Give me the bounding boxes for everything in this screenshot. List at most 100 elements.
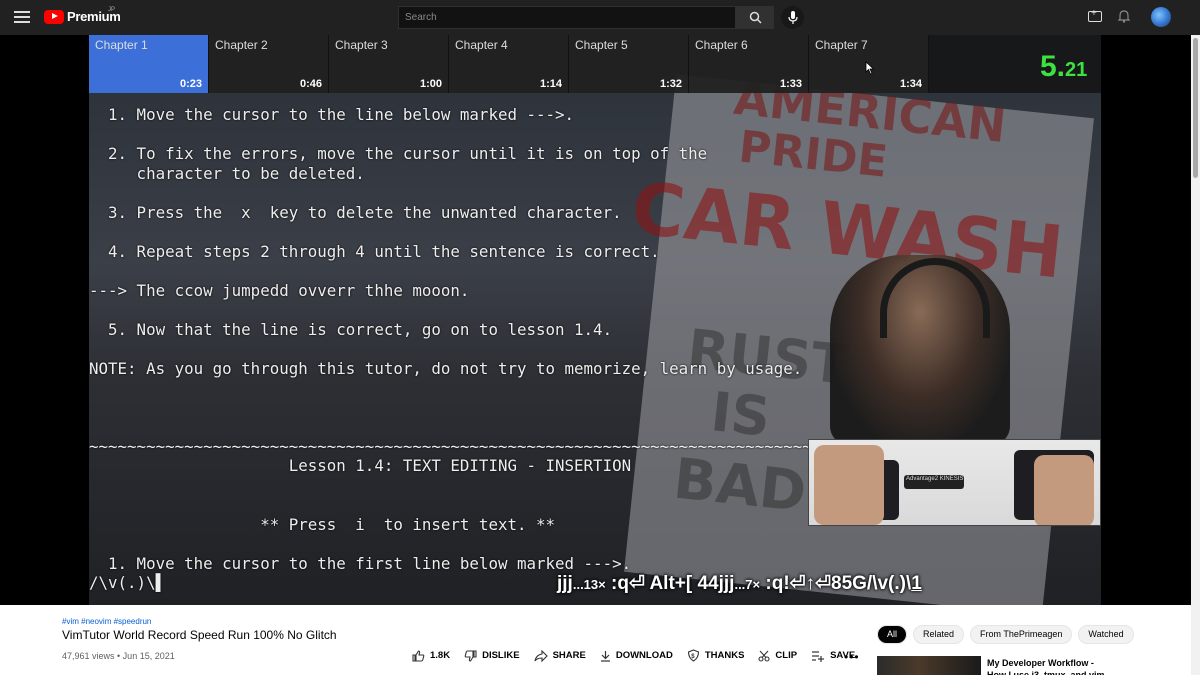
like-button[interactable]: 1.8K <box>412 649 451 662</box>
keyboard-cam: Advantage2 KINESIS <box>808 439 1101 526</box>
download-label: DOWNLOAD <box>615 650 673 661</box>
playlist-add-icon <box>812 650 825 662</box>
right-hand <box>1034 455 1094 525</box>
download-icon <box>600 650 610 662</box>
video-meta: 47,961 views • Jun 15, 2021 <box>62 651 175 661</box>
filter-chip-from-channel[interactable]: From ThePrimeagen <box>970 625 1073 644</box>
chapter-2[interactable]: Chapter 2 0:46 <box>209 35 329 93</box>
chapter-5[interactable]: Chapter 5 1:32 <box>569 35 689 93</box>
clip-button[interactable]: CLIP <box>758 650 797 662</box>
timer-fraction: 21 <box>1065 59 1088 81</box>
logo-region: JP <box>108 7 116 13</box>
thumbs-up-icon <box>412 649 425 662</box>
thumbs-down-icon <box>464 649 477 662</box>
like-count: 1.8K <box>430 650 451 661</box>
vim-terminal: 1. Move the cursor to the line below mar… <box>89 105 831 593</box>
search-button[interactable] <box>736 6 774 29</box>
chapter-time: 1:14 <box>539 78 562 90</box>
search-icon <box>749 11 762 24</box>
timer-seconds: 5. <box>1040 50 1066 83</box>
keystroke-current: 1 <box>911 573 922 594</box>
chapter-3[interactable]: Chapter 3 1:00 <box>329 35 449 93</box>
chapter-6[interactable]: Chapter 6 1:33 <box>689 35 809 93</box>
download-button[interactable]: DOWNLOAD <box>600 650 673 662</box>
chapter-time: 1:33 <box>779 78 802 90</box>
mouse-cursor-icon <box>865 61 875 75</box>
keystroke-multiplier: ...13× <box>572 577 606 592</box>
microphone-icon <box>787 11 798 24</box>
recommendation-thumbnail[interactable] <box>877 656 981 675</box>
share-label: SHARE <box>552 650 586 661</box>
keystroke-multiplier: ...7× <box>734 577 761 592</box>
terminal-line: ** Press i to insert text. ** <box>89 514 556 534</box>
related-filters: All Related From ThePrimeagen Watched <box>877 625 1140 644</box>
more-actions-button[interactable]: ••• <box>844 650 860 664</box>
chapter-title: Chapter 1 <box>95 38 148 52</box>
thanks-label: THANKS <box>704 650 745 661</box>
terminal-line: ---> The ccow jumpedd ovverr thhe mooon. <box>89 280 470 300</box>
terminal-line: character to be deleted. <box>89 163 365 183</box>
filter-chip-related[interactable]: Related <box>913 625 965 644</box>
video-title: VimTutor World Record Speed Run 100% No … <box>62 628 337 642</box>
video-actions: 1.8K DISLIKE SHARE DOWNLOAD $ THANKS CLI… <box>412 649 869 662</box>
terminal-line: ~~~~~~~~~~~~~~~~~~~~~~~~~~~~~~~~~~~~~~~~… <box>89 436 831 456</box>
keyboard-brand: Advantage2 KINESIS <box>906 476 964 482</box>
terminal-line: 3. Press the x key to delete the unwante… <box>89 202 622 222</box>
filter-chip-watched[interactable]: Watched <box>1078 625 1134 644</box>
filter-chip-all[interactable]: All <box>877 625 908 644</box>
speedrun-timer: 5.21 <box>1040 50 1087 84</box>
terminal-line: 4. Repeat steps 2 through 4 until the se… <box>89 241 660 261</box>
share-button[interactable]: SHARE <box>534 649 586 662</box>
share-icon <box>534 649 548 662</box>
chapter-time: 0:23 <box>179 78 202 90</box>
chapter-bar: Chapter 1 0:23 Chapter 2 0:46 Chapter 3 … <box>89 35 1101 93</box>
terminal-line: Lesson 1.4: TEXT EDITING - INSERTION <box>89 456 632 475</box>
notifications-bell-icon[interactable] <box>1118 10 1130 23</box>
keystroke-text: :q⏎ Alt+[ 44jjj <box>605 573 735 594</box>
video-hashtags[interactable]: #vim #neovim #speedrun <box>62 617 151 626</box>
clip-label: CLIP <box>775 650 798 661</box>
keystroke-overlay: jjj...13× :q⏎ Alt+[ 44jjj...7× :q!⏎↑⏎85G… <box>557 572 922 595</box>
chapter-1[interactable]: Chapter 1 0:23 <box>89 35 209 93</box>
scrollbar-thumb[interactable] <box>1193 38 1198 178</box>
keystroke-text: :q!⏎↑⏎85G/\v(.)\ <box>760 573 912 594</box>
youtube-logo[interactable]: Premium JP <box>44 7 121 24</box>
scissors-icon <box>758 650 770 662</box>
thanks-button[interactable]: $ THANKS <box>687 649 745 662</box>
recommendation-title[interactable]: My Developer Workflow - How I use i3, tm… <box>987 657 1112 675</box>
chapter-title: Chapter 7 <box>815 38 868 52</box>
keystroke-text: jjj <box>557 573 573 594</box>
terminal-line: NOTE: As you go through this tutor, do n… <box>89 358 803 378</box>
menu-icon[interactable] <box>14 11 30 23</box>
chapter-4[interactable]: Chapter 4 1:14 <box>449 35 569 93</box>
terminal-line: 2. To fix the errors, move the cursor un… <box>89 144 708 163</box>
dislike-button[interactable]: DISLIKE <box>464 649 520 662</box>
search-input[interactable]: Search <box>398 6 736 29</box>
terminal-line: 5. Now that the line is correct, go on t… <box>89 319 613 339</box>
create-video-icon[interactable] <box>1088 8 1102 22</box>
dislike-label: DISLIKE <box>482 650 520 661</box>
terminal-line: 1. Move the cursor to the first line bel… <box>89 553 632 573</box>
play-logo-icon <box>44 9 64 24</box>
left-hand <box>814 445 884 525</box>
svg-text:$: $ <box>691 654 695 660</box>
chapter-title: Chapter 5 <box>575 38 628 52</box>
chapter-title: Chapter 2 <box>215 38 268 52</box>
account-avatar[interactable] <box>1151 7 1171 27</box>
terminal-line: 1. Move the cursor to the line below mar… <box>89 105 575 124</box>
chapter-title: Chapter 6 <box>695 38 748 52</box>
chapter-title: Chapter 3 <box>335 38 388 52</box>
voice-search-button[interactable] <box>781 6 804 29</box>
chapter-title: Chapter 4 <box>455 38 508 52</box>
top-bar: Premium JP Search <box>0 0 1200 35</box>
